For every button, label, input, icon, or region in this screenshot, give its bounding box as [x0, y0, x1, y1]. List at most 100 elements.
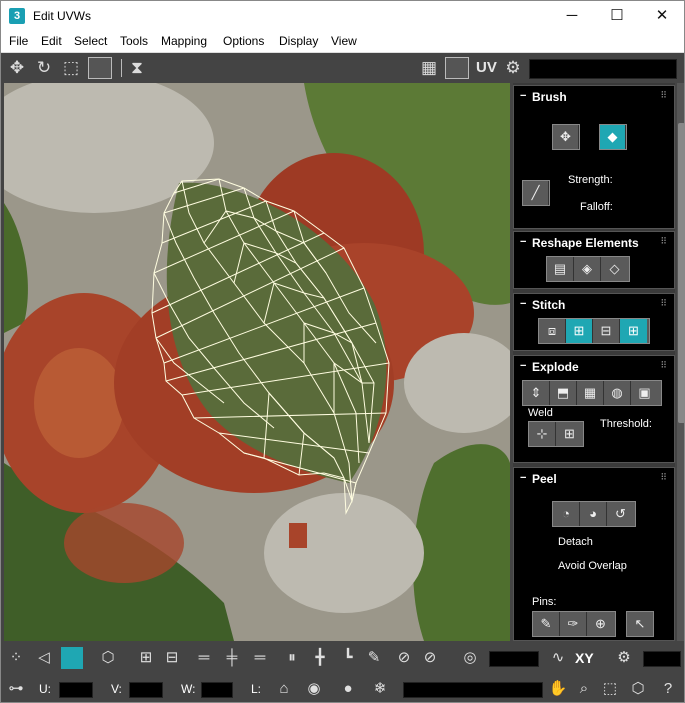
absolute-mode-icon[interactable]: ⊶ — [5, 678, 27, 700]
auto-pin-icon[interactable]: ⊕ — [587, 612, 614, 636]
menu-display[interactable]: Display — [279, 34, 318, 48]
collapse-icon[interactable]: − — [520, 90, 526, 102]
edge-mode-icon[interactable]: ◁ — [33, 647, 55, 669]
zoom-region-icon[interactable]: ⬚ — [599, 678, 621, 700]
v-field[interactable] — [129, 682, 163, 698]
drag-handle-icon[interactable]: ⠿ — [660, 298, 668, 309]
unpin-icon[interactable]: ✑ — [560, 612, 587, 636]
falloff-type-icon[interactable]: ∿ — [547, 647, 569, 669]
menu-view[interactable]: View — [331, 34, 357, 48]
select-pins-button[interactable]: ↖ — [626, 611, 654, 637]
drag-handle-icon[interactable]: ⠿ — [660, 472, 668, 483]
stitch-to-source-icon[interactable]: ⊟ — [593, 319, 620, 343]
vertex-mode-icon[interactable]: ⁘ — [5, 647, 27, 669]
filter-dropdown[interactable] — [403, 682, 543, 698]
checker-pattern-icon[interactable]: ▦ — [417, 57, 441, 79]
xy-space-label[interactable]: XY — [575, 650, 594, 666]
scale-icon[interactable]: ⬚ — [59, 57, 83, 79]
zoom-icon[interactable]: ⌕ — [573, 678, 595, 700]
break-icon[interactable]: ⇕ — [523, 381, 550, 405]
drag-handle-icon[interactable]: ⠿ — [660, 90, 668, 101]
weld-all-icon[interactable]: ⊞ — [556, 422, 583, 446]
edge-loop-icon[interactable]: ═ — [193, 647, 215, 669]
options-field[interactable] — [643, 651, 681, 667]
stitch-to-target-icon[interactable]: ⊞ — [620, 319, 647, 343]
mirror-icon[interactable]: ⧗ — [125, 57, 149, 79]
element-mode-icon[interactable]: ⬡ — [97, 647, 119, 669]
avoid-overlap-label[interactable]: Avoid Overlap — [558, 560, 627, 572]
stitch-title[interactable]: Stitch — [532, 298, 565, 312]
scroll-thumb[interactable] — [678, 123, 684, 423]
collapse-icon[interactable]: − — [520, 236, 526, 248]
collapse-icon[interactable]: − — [520, 298, 526, 310]
soft-selection-icon[interactable]: ◎ — [459, 647, 481, 669]
brush-size-icon[interactable]: ⊘ — [393, 647, 415, 669]
drag-handle-icon[interactable]: ⠿ — [660, 236, 668, 247]
menu-options[interactable]: Options — [223, 34, 264, 48]
collapse-icon[interactable]: − — [520, 472, 526, 484]
explode-seams-icon[interactable]: ▣ — [631, 381, 658, 405]
relax-icon[interactable]: ◇ — [601, 257, 628, 281]
uv-mode-label[interactable]: UV — [476, 59, 497, 76]
paint-move-button[interactable]: ✥ — [552, 124, 580, 150]
menu-tools[interactable]: Tools — [120, 34, 148, 48]
edge-ring-icon[interactable]: ═ — [249, 647, 271, 669]
soft-selection-value[interactable] — [489, 651, 539, 667]
w-field[interactable] — [201, 682, 233, 698]
pin-icon[interactable]: ✎ — [533, 612, 560, 636]
align-vertical-icon[interactable]: ⏸ — [281, 647, 303, 669]
freeze-icon[interactable]: ❄ — [369, 678, 391, 700]
collapse-icon[interactable]: − — [520, 360, 526, 372]
move-icon[interactable]: ✥ — [5, 57, 29, 79]
help-icon[interactable]: ? — [657, 678, 679, 700]
zoom-extents-icon[interactable]: ⬡ — [627, 678, 649, 700]
quick-peel-icon[interactable]: ◔ — [553, 502, 580, 526]
options-icon[interactable]: ⚙ — [613, 647, 635, 669]
grow-loop-icon[interactable]: ╪ — [221, 647, 243, 669]
polygon-mode-icon[interactable] — [61, 647, 83, 669]
peel-mode-icon[interactable]: ◕ — [580, 502, 607, 526]
u-field[interactable] — [59, 682, 93, 698]
straighten-icon[interactable]: ▤ — [547, 257, 574, 281]
weld-selected-icon[interactable]: ⊹ — [529, 422, 556, 446]
menu-edit[interactable]: Edit — [41, 34, 62, 48]
relax-until-flat-icon[interactable]: ◈ — [574, 257, 601, 281]
pan-icon[interactable]: ✋ — [547, 678, 569, 700]
menu-file[interactable]: File — [9, 34, 28, 48]
maximize-button[interactable]: ☐ — [594, 1, 640, 31]
texture-dropdown[interactable] — [529, 59, 677, 79]
brush-falloff-icon[interactable]: ⊘ — [419, 647, 441, 669]
menu-mapping[interactable]: Mapping — [161, 34, 207, 48]
visibility-icon[interactable]: ◉ — [303, 678, 325, 700]
detach-label[interactable]: Detach — [558, 536, 593, 548]
reshape-elements-title[interactable]: Reshape Elements — [532, 236, 639, 250]
show-map-icon[interactable] — [445, 57, 469, 79]
reset-peel-icon[interactable]: ↺ — [607, 502, 634, 526]
drag-handle-icon[interactable]: ⠿ — [660, 360, 668, 371]
stitch-to-average-icon[interactable]: ⊞ — [566, 319, 593, 343]
relax-brush-button[interactable]: ◆ — [599, 124, 627, 150]
grow-selection-icon[interactable]: ⊞ — [135, 647, 157, 669]
explode-title[interactable]: Explode — [532, 360, 579, 374]
align-horizontal-icon[interactable]: ╋ — [309, 647, 331, 669]
freeform-mode-icon[interactable] — [88, 57, 112, 79]
rotate-icon[interactable]: ↻ — [32, 57, 56, 79]
explode-smoothing-icon[interactable]: ⬒ — [550, 381, 577, 405]
brush-falloff-button[interactable]: ╱ — [522, 180, 550, 206]
panel-scrollbar[interactable] — [677, 83, 684, 641]
paint-select-icon[interactable]: ✎ — [363, 647, 385, 669]
stitch-custom-icon[interactable]: ⧈ — [539, 319, 566, 343]
menu-select[interactable]: Select — [74, 34, 107, 48]
align-bottom-icon[interactable]: ┗ — [337, 647, 359, 669]
peel-title[interactable]: Peel — [532, 472, 557, 486]
texture-settings-icon[interactable]: ⚙ — [501, 57, 525, 79]
close-button[interactable]: ✕ — [639, 1, 684, 31]
uv-editor-viewport[interactable] — [4, 83, 510, 641]
hide-icon[interactable]: ● — [337, 678, 359, 700]
shrink-selection-icon[interactable]: ⊟ — [161, 647, 183, 669]
minimize-button[interactable]: ─ — [549, 1, 595, 31]
brush-title[interactable]: Brush — [532, 90, 567, 104]
explode-material-icon[interactable]: ▦ — [577, 381, 604, 405]
lock-icon[interactable]: ⌂ — [273, 678, 295, 700]
explode-by-angle-icon[interactable]: ◍ — [604, 381, 631, 405]
